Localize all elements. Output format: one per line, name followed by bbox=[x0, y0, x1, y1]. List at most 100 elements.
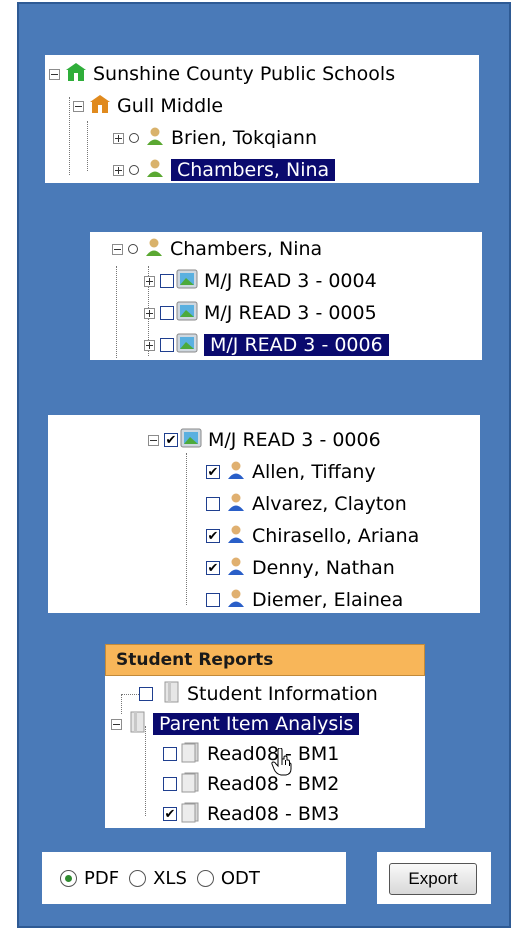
collapse-icon[interactable] bbox=[111, 718, 122, 730]
class-icon bbox=[176, 269, 198, 294]
student-icon bbox=[226, 492, 246, 517]
pdf-radio[interactable] bbox=[60, 869, 77, 887]
class-icon bbox=[176, 333, 198, 358]
student-checkbox[interactable] bbox=[206, 497, 220, 511]
student-label[interactable]: Allen, Tiffany bbox=[252, 461, 376, 483]
class-label[interactable]: M/J READ 3 - 0006 bbox=[208, 429, 381, 451]
teacher-icon bbox=[144, 237, 164, 262]
xls-radio[interactable] bbox=[129, 869, 147, 887]
report-student-information[interactable]: Student Information bbox=[139, 679, 378, 709]
tree-teacher[interactable]: Chambers, Nina bbox=[112, 234, 322, 264]
format-option-xls[interactable]: XLS bbox=[129, 868, 187, 889]
format-option-odt[interactable]: ODT bbox=[196, 867, 260, 889]
tree-school[interactable]: Gull Middle bbox=[73, 91, 223, 121]
collapse-icon[interactable] bbox=[49, 68, 60, 80]
class-icon bbox=[180, 428, 202, 453]
expand-icon[interactable] bbox=[113, 164, 124, 176]
tree-root[interactable]: Sunshine County Public Schools bbox=[49, 59, 395, 89]
hand-cursor-icon bbox=[271, 748, 292, 776]
expand-icon[interactable] bbox=[113, 132, 124, 144]
student-checkbox[interactable]: ✔ bbox=[206, 561, 220, 575]
student-icon bbox=[226, 556, 246, 581]
student-row[interactable]: Diemer, Elainea bbox=[206, 585, 403, 615]
teacher-icon bbox=[145, 126, 165, 151]
student-tree-panel: ✔ M/J READ 3 - 0006 ✔ Allen, Tiffany Alv… bbox=[48, 415, 480, 613]
class-label[interactable]: M/J READ 3 - 0004 bbox=[204, 270, 377, 292]
class-tree-panel: Chambers, Nina M/J READ 3 - 0004 M/J REA… bbox=[90, 232, 482, 360]
report-checkbox[interactable] bbox=[163, 747, 177, 761]
student-reports-panel: Student Information Parent Item Analysis… bbox=[105, 676, 425, 828]
student-icon bbox=[226, 460, 246, 485]
report-icon bbox=[179, 741, 201, 768]
report-icon bbox=[163, 681, 181, 708]
report-checkbox[interactable]: ✔ bbox=[163, 807, 177, 821]
report-checkbox[interactable] bbox=[139, 687, 153, 701]
tree-teacher-selected[interactable]: Chambers, Nina bbox=[113, 155, 336, 185]
expand-icon[interactable] bbox=[144, 307, 155, 319]
format-label: XLS bbox=[153, 867, 187, 889]
report-label[interactable]: Read08 - BM2 bbox=[207, 773, 339, 795]
class-checkbox[interactable]: ✔ bbox=[164, 433, 178, 447]
class-label[interactable]: M/J READ 3 - 0006 bbox=[204, 334, 389, 356]
teacher-label[interactable]: Chambers, Nina bbox=[171, 159, 336, 181]
collapse-icon[interactable] bbox=[148, 434, 159, 446]
class-checkbox[interactable] bbox=[160, 306, 174, 320]
class-icon bbox=[176, 301, 198, 326]
school-icon bbox=[89, 94, 111, 119]
teacher-icon bbox=[145, 158, 165, 183]
report-folder-icon bbox=[129, 711, 147, 738]
teacher-radio[interactable] bbox=[129, 133, 139, 143]
student-label[interactable]: Diemer, Elainea bbox=[252, 589, 403, 611]
tree-teacher[interactable]: Brien, Tokqiann bbox=[113, 123, 317, 153]
class-row[interactable]: M/J READ 3 - 0005 bbox=[144, 298, 377, 328]
student-icon bbox=[226, 588, 246, 613]
class-label[interactable]: M/J READ 3 - 0005 bbox=[204, 302, 377, 324]
student-reports-header: Student Reports bbox=[105, 644, 425, 676]
class-checkbox[interactable] bbox=[160, 274, 174, 288]
format-options: PDF XLS ODT bbox=[42, 852, 346, 904]
expand-icon[interactable] bbox=[144, 339, 155, 351]
format-label: ODT bbox=[220, 867, 260, 889]
school-tree-panel: Sunshine County Public Schools Gull Midd… bbox=[45, 55, 479, 183]
student-checkbox[interactable]: ✔ bbox=[206, 529, 220, 543]
student-label[interactable]: Denny, Nathan bbox=[252, 557, 395, 579]
school-district-icon bbox=[65, 62, 87, 87]
teacher-label[interactable]: Brien, Tokqiann bbox=[171, 127, 317, 149]
report-label[interactable]: Read08 - BM3 bbox=[207, 803, 339, 825]
report-item[interactable]: Read08 - BM2 bbox=[163, 769, 339, 799]
class-row[interactable]: ✔ M/J READ 3 - 0006 bbox=[148, 425, 381, 455]
class-row-selected[interactable]: M/J READ 3 - 0006 bbox=[144, 330, 389, 360]
format-option-pdf[interactable]: PDF bbox=[60, 868, 119, 889]
report-label[interactable]: Parent Item Analysis bbox=[153, 713, 360, 735]
report-item[interactable]: ✔ Read08 - BM3 bbox=[163, 799, 339, 829]
student-row[interactable]: Alvarez, Clayton bbox=[206, 489, 407, 519]
odt-radio[interactable] bbox=[196, 869, 214, 887]
student-row[interactable]: ✔ Denny, Nathan bbox=[206, 553, 395, 583]
report-item[interactable]: Read08 - BM1 bbox=[163, 739, 339, 769]
school-label[interactable]: Gull Middle bbox=[117, 95, 223, 117]
collapse-icon[interactable] bbox=[73, 100, 84, 112]
export-button[interactable]: Export bbox=[389, 863, 477, 895]
report-label[interactable]: Student Information bbox=[187, 683, 378, 705]
student-checkbox[interactable] bbox=[206, 593, 220, 607]
class-row[interactable]: M/J READ 3 - 0004 bbox=[144, 266, 377, 296]
root-label[interactable]: Sunshine County Public Schools bbox=[93, 63, 395, 85]
student-checkbox[interactable]: ✔ bbox=[206, 465, 220, 479]
student-row[interactable]: ✔ Allen, Tiffany bbox=[206, 457, 376, 487]
student-icon bbox=[226, 524, 246, 549]
class-checkbox[interactable] bbox=[160, 338, 174, 352]
report-icon bbox=[179, 771, 201, 798]
student-label[interactable]: Alvarez, Clayton bbox=[252, 493, 407, 515]
export-area: Export bbox=[377, 852, 491, 904]
expand-icon[interactable] bbox=[144, 275, 155, 287]
collapse-icon[interactable] bbox=[112, 243, 123, 255]
format-label: PDF bbox=[84, 867, 120, 889]
report-parent-item-analysis[interactable]: Parent Item Analysis bbox=[111, 709, 360, 739]
teacher-label[interactable]: Chambers, Nina bbox=[170, 238, 322, 260]
report-icon bbox=[179, 801, 201, 828]
teacher-radio[interactable] bbox=[128, 244, 138, 254]
teacher-radio[interactable] bbox=[129, 165, 139, 175]
student-label[interactable]: Chirasello, Ariana bbox=[252, 525, 419, 547]
report-checkbox[interactable] bbox=[163, 777, 177, 791]
student-row[interactable]: ✔ Chirasello, Ariana bbox=[206, 521, 419, 551]
